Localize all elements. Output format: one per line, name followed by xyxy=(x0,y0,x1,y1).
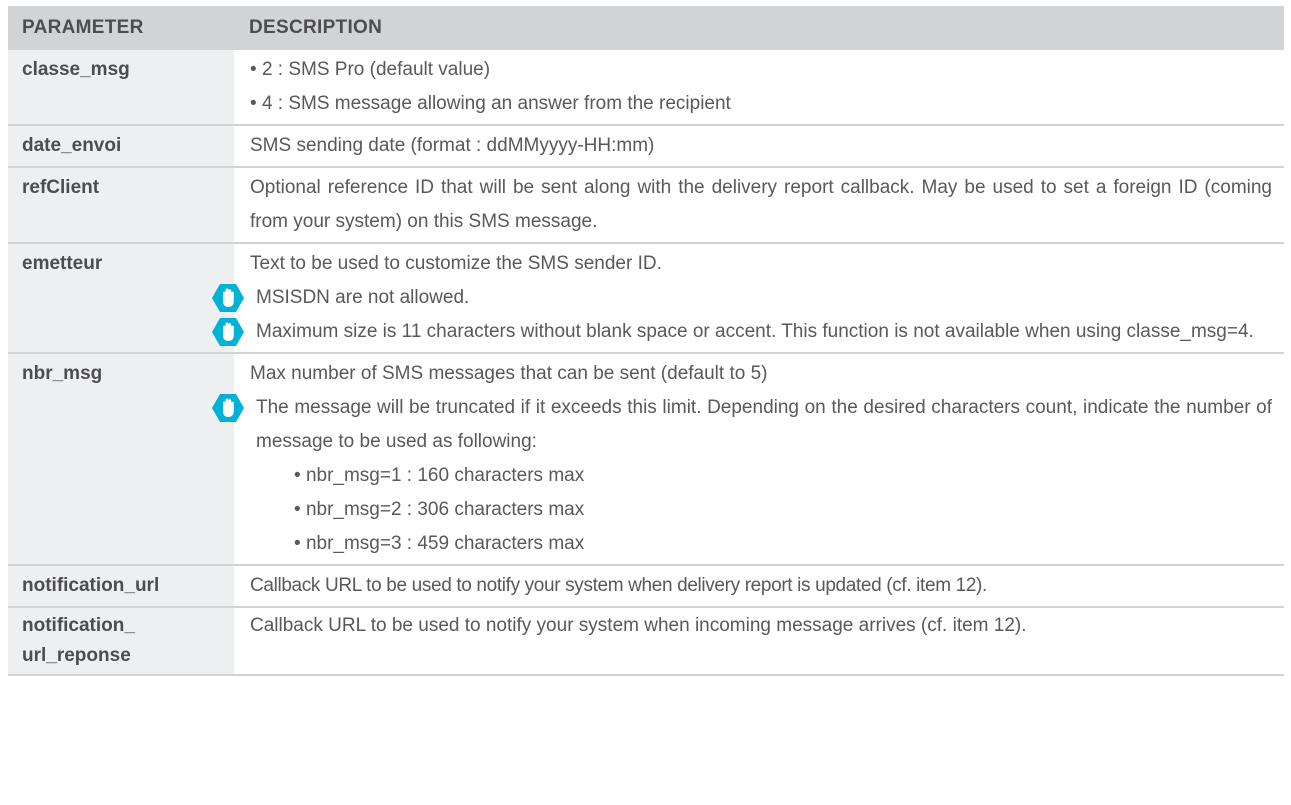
list-item: nbr_msg=1 : 160 characters max xyxy=(250,459,1272,493)
list-item: nbr_msg=3 : 459 characters max xyxy=(250,527,1272,561)
param-name: refClient xyxy=(8,167,236,244)
description-text: Max number of SMS messages that can be s… xyxy=(250,363,768,384)
param-description: Callback URL to be used to notify your s… xyxy=(235,565,1284,608)
param-nbr-msg: nbr_msg xyxy=(22,363,103,384)
table-row: date_envoi SMS sending date (format : dd… xyxy=(8,125,1284,168)
param-description: Callback URL to be used to notify your s… xyxy=(235,607,1284,676)
param-description: Max number of SMS messages that can be s… xyxy=(212,353,1284,566)
list-item: 4 : SMS message allowing an answer from … xyxy=(250,87,1272,121)
note: MSISDN are not allowed. xyxy=(212,281,1272,315)
param-description: Optional reference ID that will be sent … xyxy=(235,167,1284,244)
param-description: 2 : SMS Pro (default value) 4 : SMS mess… xyxy=(235,50,1284,126)
list-item: nbr_msg=2 : 306 characters max xyxy=(250,493,1272,527)
hand-stop-icon xyxy=(212,284,244,312)
note: Maximum size is 11 characters without bl… xyxy=(212,315,1272,349)
table-row: classe_msg 2 : SMS Pro (default value) 4… xyxy=(8,50,1284,126)
note-text: Maximum size is 11 characters without bl… xyxy=(256,321,1254,342)
hand-stop-icon xyxy=(212,394,244,422)
table-row: refClient Optional reference ID that wil… xyxy=(8,167,1284,244)
description-text: Optional reference ID that will be sent … xyxy=(250,177,1272,232)
list-item: 2 : SMS Pro (default value) xyxy=(250,53,1272,87)
table-header-row: PARAMETER DESCRIPTION xyxy=(8,6,1284,50)
param-classe-msg: classe_msg xyxy=(22,59,130,80)
table-row: nbr_msg Max number of SMS messages that … xyxy=(8,353,1284,566)
description-text: Text to be used to customize the SMS sen… xyxy=(250,253,662,274)
hand-stop-icon xyxy=(212,318,244,346)
param-emetteur: emetteur xyxy=(22,253,103,274)
param-refclient: refClient xyxy=(22,177,100,198)
param-notification-url-reponse: notification_ url_reponse xyxy=(22,615,135,666)
table-row: emetteur Text to be used to customize th… xyxy=(8,243,1284,354)
note-text: The message will be truncated if it exce… xyxy=(256,397,1272,452)
param-name: emetteur xyxy=(8,243,236,354)
param-name: notification_ url_reponse xyxy=(8,607,236,676)
note-text: MSISDN are not allowed. xyxy=(256,287,470,308)
description-text: SMS sending date (format : ddMMyyyy-HH:m… xyxy=(250,135,655,156)
param-description: Text to be used to customize the SMS sen… xyxy=(212,243,1284,354)
header-description: DESCRIPTION xyxy=(235,6,1284,50)
param-notification-url: notification_url xyxy=(22,575,160,596)
description-text: Callback URL to be used to notify your s… xyxy=(250,575,987,596)
param-name: classe_msg xyxy=(8,50,236,126)
param-date-envoi: date_envoi xyxy=(22,135,122,156)
description-text: Callback URL to be used to notify your s… xyxy=(250,615,1027,636)
table-row: notification_ url_reponse Callback URL t… xyxy=(8,607,1284,676)
param-name: notification_url xyxy=(8,565,236,608)
param-description: SMS sending date (format : ddMMyyyy-HH:m… xyxy=(235,125,1284,168)
table-row: notification_url Callback URL to be used… xyxy=(8,565,1284,608)
note: The message will be truncated if it exce… xyxy=(212,391,1272,459)
parameter-table: PARAMETER DESCRIPTION classe_msg 2 : SMS… xyxy=(8,6,1284,676)
header-parameter: PARAMETER xyxy=(8,6,235,50)
param-name: nbr_msg xyxy=(8,353,236,566)
param-name: date_envoi xyxy=(8,125,236,168)
